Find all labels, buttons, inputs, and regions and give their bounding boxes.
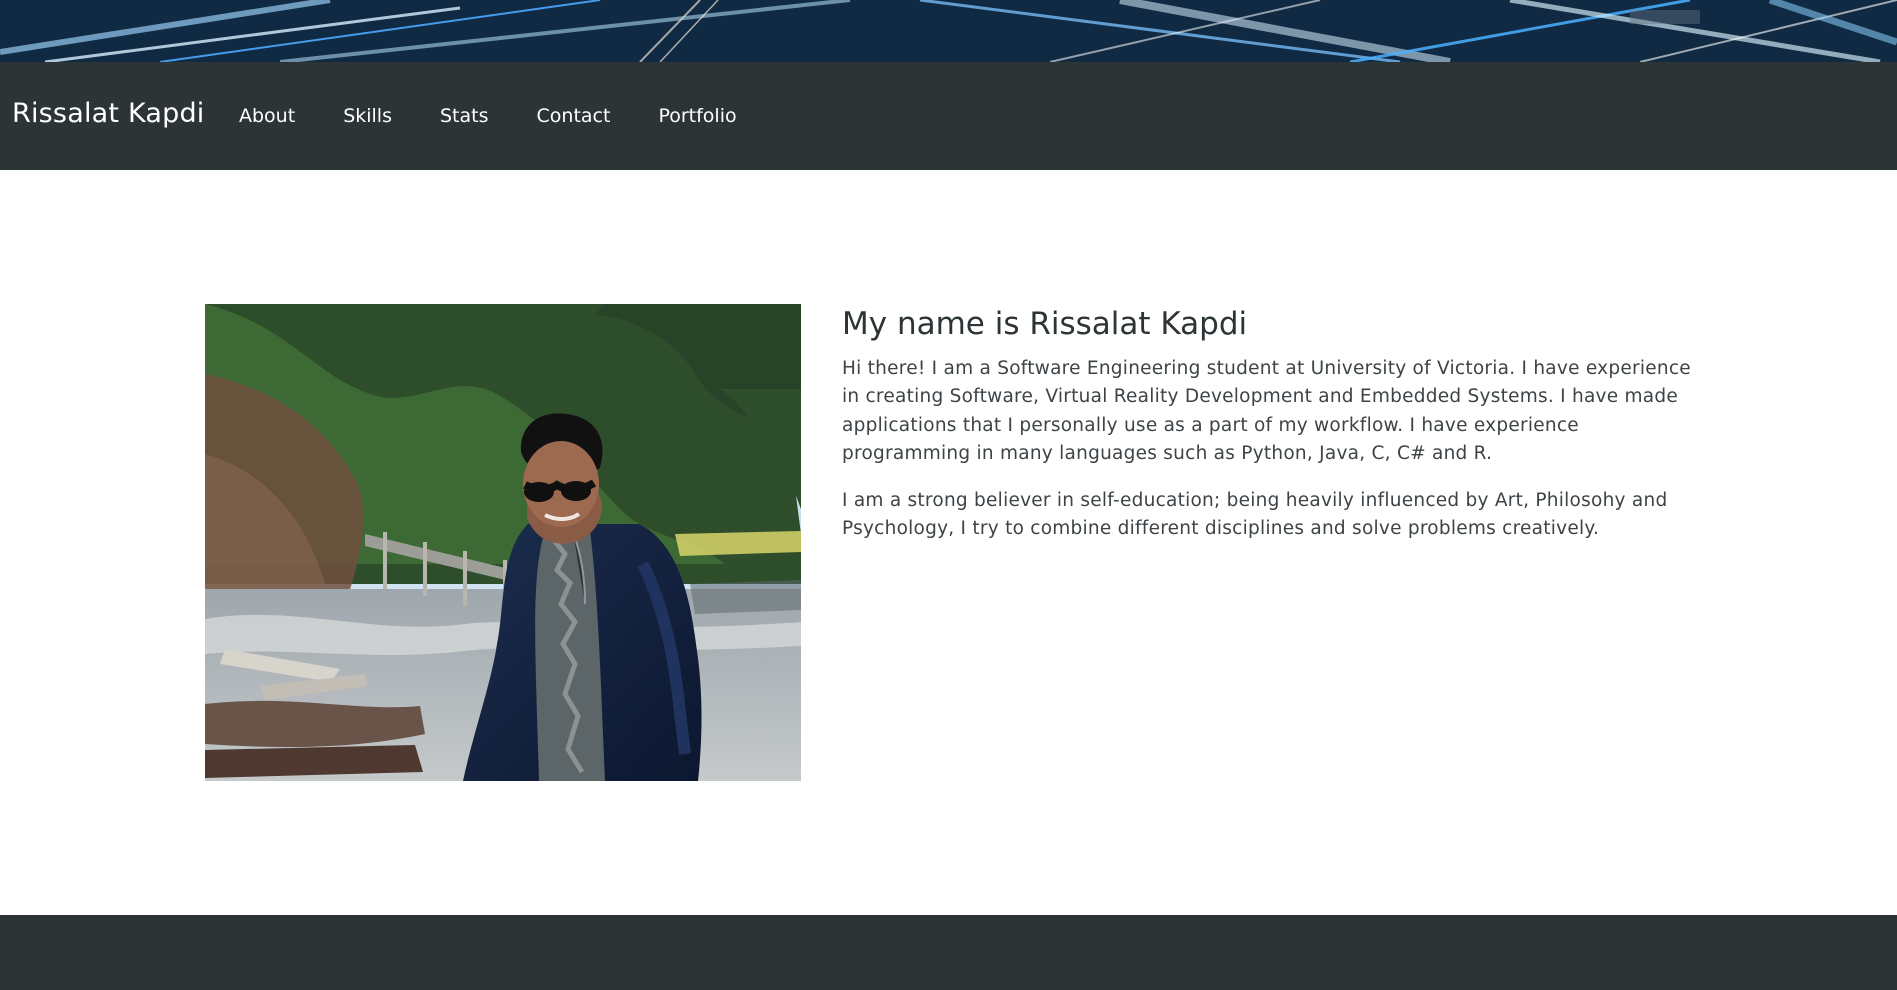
- page-footer: [0, 915, 1897, 990]
- portfolio-page: Rissalat Kapdi About Skills Stats Contac…: [0, 0, 1897, 990]
- nav-link-portfolio[interactable]: Portfolio: [658, 107, 736, 126]
- profile-photo: [205, 304, 801, 781]
- nav-link-skills[interactable]: Skills: [343, 107, 392, 126]
- person-on-beach-photo: [205, 304, 801, 781]
- nav-link-contact[interactable]: Contact: [537, 107, 611, 126]
- site-brand[interactable]: Rissalat Kapdi: [12, 100, 205, 127]
- about-section: My name is Rissalat Kapdi Hi there! I am…: [0, 170, 1897, 915]
- nav-link-stats[interactable]: Stats: [440, 107, 489, 126]
- about-heading: My name is Rissalat Kapdi: [842, 306, 1248, 342]
- about-paragraph-2: I am a strong believer in self-education…: [842, 489, 1668, 540]
- about-bio: My name is Rissalat Kapdi Hi there! I am…: [842, 306, 1702, 562]
- blue-light-streaks-image: [0, 0, 1897, 62]
- hero-banner-image: [0, 0, 1897, 62]
- top-navbar: Rissalat Kapdi About Skills Stats Contac…: [0, 62, 1897, 170]
- nav-links: About Skills Stats Contact Portfolio: [239, 107, 737, 126]
- about-paragraph-1: Hi there! I am a Software Engineering st…: [842, 357, 1691, 465]
- nav-link-about[interactable]: About: [239, 107, 295, 126]
